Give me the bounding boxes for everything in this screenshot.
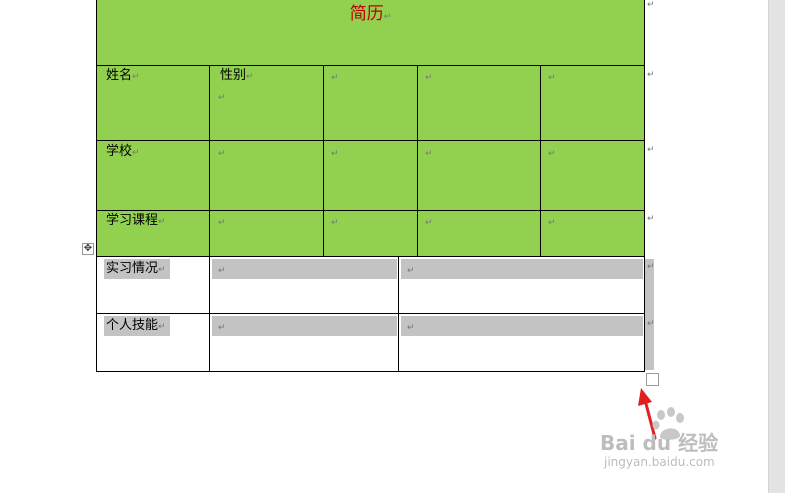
- cell-empty[interactable]: ↵: [218, 263, 226, 279]
- selection-shade: [212, 259, 397, 279]
- row-divider: [96, 65, 645, 66]
- cell-empty[interactable]: ↵: [548, 146, 556, 162]
- column-divider: [398, 256, 399, 372]
- baidu-watermark: Bai du 经验 jingyan.baidu.com: [590, 405, 760, 475]
- row-end-selection: [645, 259, 654, 370]
- title-text: 简历: [349, 4, 384, 24]
- selection-shade: [401, 259, 643, 279]
- cell-empty[interactable]: ↵: [425, 70, 433, 86]
- cell-internship-label[interactable]: 实习情况↵: [106, 261, 166, 278]
- row-divider: [96, 140, 645, 141]
- row-end-mark: ↵: [647, 262, 655, 272]
- cell-empty[interactable]: ↵: [548, 70, 556, 86]
- cell-empty[interactable]: ↵: [331, 146, 339, 162]
- row-divider: [96, 256, 645, 257]
- table-border-bottom: [96, 371, 645, 372]
- row-divider: [96, 313, 645, 314]
- watermark-url: jingyan.baidu.com: [604, 455, 715, 469]
- paragraph-mark: ↵: [383, 12, 392, 22]
- table-green-area: [96, 0, 645, 256]
- selection-shade: [401, 316, 643, 336]
- cell-empty[interactable]: ↵: [548, 215, 556, 231]
- watermark-brand: Bai du 经验: [600, 431, 719, 455]
- column-divider: [540, 65, 541, 256]
- cell-name-label[interactable]: 姓名↵: [106, 68, 140, 85]
- cell-empty[interactable]: ↵: [407, 263, 415, 279]
- cell-school-label[interactable]: 学校↵: [106, 144, 140, 161]
- vertical-scrollbar[interactable]: [768, 0, 785, 493]
- row-end-mark: ↵: [647, 0, 655, 10]
- cell-empty[interactable]: ↵: [331, 70, 339, 86]
- row-end-mark: ↵: [647, 214, 655, 224]
- cell-courses-label[interactable]: 学习课程↵: [106, 213, 166, 230]
- column-divider: [417, 65, 418, 256]
- row-divider: [96, 210, 645, 211]
- cell-empty[interactable]: ↵: [331, 215, 339, 231]
- cell-empty[interactable]: ↵: [218, 215, 226, 231]
- paragraph-mark: ↵: [218, 93, 226, 103]
- table-border-left: [96, 0, 97, 372]
- cell-empty[interactable]: ↵: [425, 146, 433, 162]
- row-end-mark: ↵: [647, 145, 655, 155]
- column-divider: [323, 65, 324, 256]
- row-end-mark: ↵: [647, 319, 655, 329]
- cell-skills-label[interactable]: 个人技能↵: [106, 318, 166, 335]
- cell-empty[interactable]: ↵: [218, 320, 226, 336]
- cell-empty[interactable]: ↵: [218, 146, 226, 162]
- cell-empty[interactable]: ↵: [425, 215, 433, 231]
- cell-gender-label[interactable]: 性别↵: [220, 68, 254, 85]
- page-title[interactable]: 简历↵: [96, 3, 645, 28]
- selection-shade: [212, 316, 397, 336]
- column-divider: [209, 65, 210, 372]
- cell-empty[interactable]: ↵: [407, 320, 415, 336]
- row-end-mark: ↵: [647, 70, 655, 80]
- table-move-handle-icon[interactable]: ✥: [82, 243, 94, 255]
